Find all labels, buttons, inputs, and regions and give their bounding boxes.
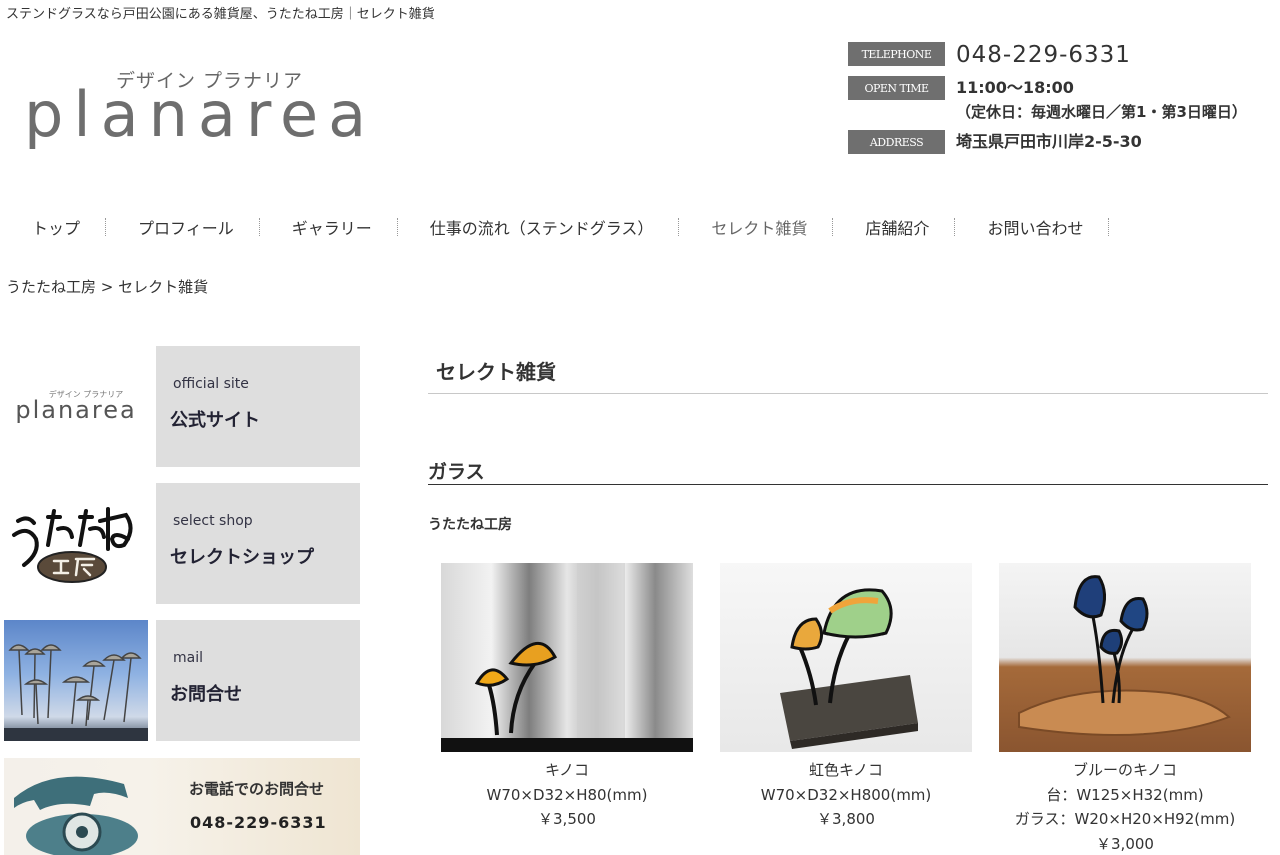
telephone-number[interactable]: 048-229-6331 <box>956 42 1131 68</box>
shop-name: うたたね工房 <box>428 517 512 533</box>
nav-item-top[interactable]: トップ <box>0 215 107 239</box>
telephone-icon <box>14 776 138 855</box>
contact-address-row: ADDRESS 埼玉県戸田市川岸2-5-30 <box>848 130 1142 154</box>
open-time-values: 11:00〜18:00 （定休日：毎週水曜日／第1・第3日曜日） <box>956 76 1247 124</box>
site-tagline: ステンドグラスなら戸田公園にある雑貨屋、うたたね工房｜セレクト雑貨 <box>6 7 435 22</box>
mail-banner[interactable]: mail お問合せ <box>4 620 360 741</box>
product-card: ブルーのキノコ 台：W125×H32(mm) ガラス：W20×H20×H92(m… <box>999 563 1251 855</box>
address-label: ADDRESS <box>848 130 945 154</box>
section-title: ガラス <box>428 461 485 483</box>
product-photo-blue-kinoko[interactable] <box>999 563 1251 752</box>
nav-item-shop-info[interactable]: 店舗紹介 <box>833 215 956 239</box>
product-size-glass: ガラス：W20×H20×H92(mm) <box>1014 810 1236 828</box>
site-logo[interactable]: デザイン プラナリア planarea <box>24 66 394 156</box>
nav-item-profile[interactable]: プロフィール <box>106 215 260 239</box>
section-divider <box>428 484 1268 485</box>
nav-item-gallery[interactable]: ギャラリー <box>260 215 398 239</box>
product-size: W70×D32×H800(mm) <box>760 785 932 804</box>
product-card: 虹色キノコ W70×D32×H800(mm) ￥3,800 <box>720 563 972 832</box>
rainbow-mushroom-image <box>780 588 918 749</box>
address-value: 埼玉県戸田市川岸2-5-30 <box>956 132 1142 151</box>
logo-word: planarea <box>24 78 377 151</box>
nav-item-workflow[interactable]: 仕事の流れ（ステンドグラス） <box>398 215 680 239</box>
contact-open-row: OPEN TIME 11:00〜18:00 （定休日：毎週水曜日／第1・第3日曜… <box>848 76 1247 124</box>
open-hours: 11:00〜18:00 <box>956 78 1074 97</box>
page-title: セレクト雑貨 <box>436 360 556 384</box>
utatane-logo-thumb <box>4 483 148 604</box>
product-size: W70×D32×H80(mm) <box>486 785 648 804</box>
banner-en-label: official site <box>173 376 249 392</box>
closed-days: （定休日：毎週水曜日／第1・第3日曜日） <box>956 103 1247 121</box>
phone-banner-title: お電話でのお問合せ <box>189 780 325 798</box>
product-name: 虹色キノコ <box>809 761 883 779</box>
main-nav: トップ プロフィール ギャラリー 仕事の流れ（ステンドグラス） セレクト雑貨 店… <box>0 213 1110 241</box>
nav-item-contact[interactable]: お問い合わせ <box>955 215 1110 239</box>
product-price: ￥3,000 <box>1096 834 1154 853</box>
planarea-logo-thumb: デザイン プラナリア planarea <box>4 346 148 467</box>
banner-ja-label: お問合せ <box>170 684 242 705</box>
product-price: ￥3,500 <box>538 810 596 828</box>
banner-en-label: select shop <box>173 513 253 529</box>
product-name: ブルーのキノコ <box>1073 761 1177 779</box>
blue-mushroom-image <box>1018 575 1231 736</box>
product-photo-rainbow-kinoko[interactable] <box>720 563 972 752</box>
mail-panel: mail お問合せ <box>156 620 360 741</box>
phone-contact-banner[interactable]: お電話でのお問合せ 048-229-6331 <box>4 758 360 855</box>
banner-ja-label: 公式サイト <box>170 410 260 431</box>
breadcrumb: うたたね工房 > セレクト雑貨 <box>6 278 209 296</box>
contact-telephone-row: TELEPHONE 048-229-6331 <box>848 42 1131 68</box>
product-name: キノコ <box>545 761 589 779</box>
product-price: ￥3,800 <box>817 810 875 828</box>
official-site-panel: official site 公式サイト <box>156 346 360 467</box>
banner-en-label: mail <box>173 650 203 666</box>
title-divider <box>428 393 1268 394</box>
official-site-banner[interactable]: デザイン プラナリア planarea official site 公式サイト <box>4 346 360 467</box>
amber-mushroom-image <box>441 563 693 752</box>
product-photo-kinoko[interactable] <box>441 563 693 752</box>
product-card: キノコ W70×D32×H80(mm) ￥3,500 <box>441 563 693 832</box>
phone-banner-number: 048-229-6331 <box>190 813 327 832</box>
thumb-logo-word: planarea <box>15 396 137 424</box>
mushroom-silhouette-image <box>4 644 148 741</box>
select-shop-panel: select shop セレクトショップ <box>156 483 360 604</box>
open-time-label: OPEN TIME <box>848 76 945 100</box>
telephone-label: TELEPHONE <box>848 42 945 66</box>
mushroom-sky-photo <box>4 620 148 741</box>
utatane-logo-image <box>12 507 133 583</box>
nav-item-select-goods[interactable]: セレクト雑貨 <box>679 215 834 239</box>
banner-ja-label: セレクトショップ <box>170 547 314 568</box>
select-shop-banner[interactable]: select shop セレクトショップ <box>4 483 360 604</box>
product-size: 台：W125×H32(mm) <box>1046 785 1204 804</box>
